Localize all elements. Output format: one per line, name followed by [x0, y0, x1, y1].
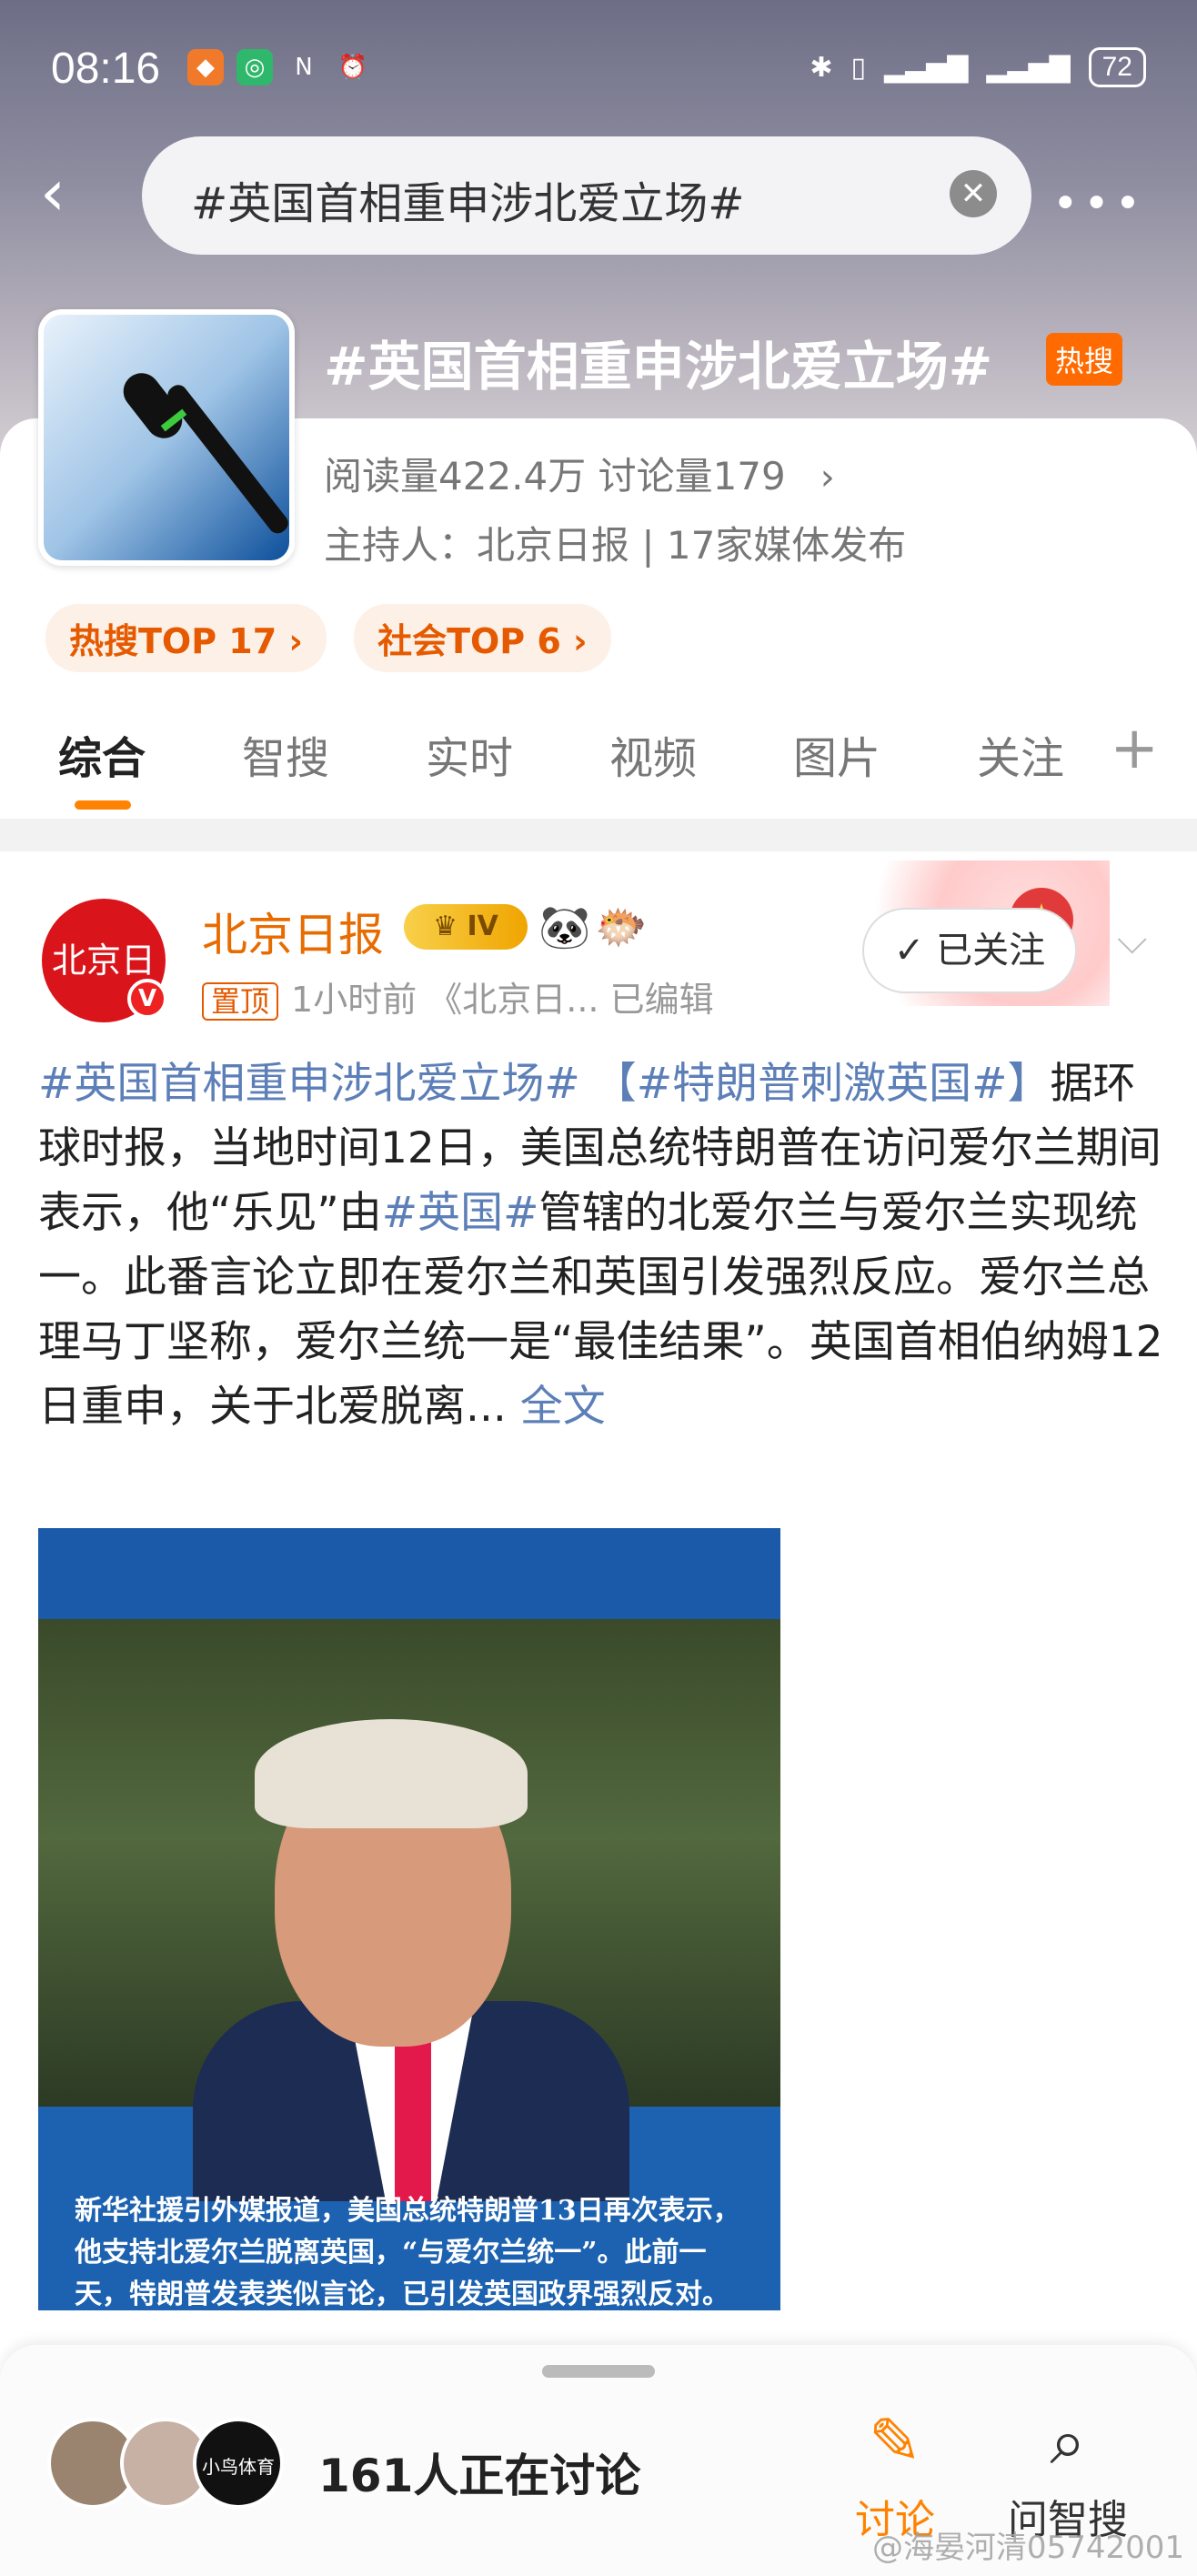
- bluetooth-icon: ✱: [810, 51, 833, 84]
- chevron-right-icon: ›: [820, 457, 835, 498]
- active-tab-indicator: [75, 800, 131, 810]
- read-discuss-count: 阅读量422.4万 讨论量179: [324, 454, 786, 498]
- pinned-badge: 置顶: [202, 982, 279, 1021]
- image-banner: [38, 1528, 780, 1619]
- microphone-icon: [164, 381, 289, 538]
- hashtag-link[interactable]: #英国#: [382, 1188, 539, 1238]
- fish-icon: 🐡: [595, 902, 648, 951]
- hashtag-link[interactable]: #英国首相重申涉北爱立场#: [38, 1059, 580, 1109]
- full-text-link[interactable]: 全文: [520, 1382, 606, 1432]
- topic-title: #英国首相重申涉北爱立场#: [324, 336, 993, 397]
- topic-stats[interactable]: 阅读量422.4万 讨论量179 ›: [324, 446, 835, 501]
- post-text: #英国首相重申涉北爱立场# 【#特朗普刺激英国#】据环球时报，当地时间12日，美…: [38, 1052, 1166, 1439]
- hair: [255, 1719, 528, 1828]
- panda-icon: 🐼: [538, 902, 591, 951]
- signal-icon: ▂▃▅▇: [986, 51, 1071, 84]
- author-name[interactable]: 北京日报: [202, 899, 384, 964]
- post-image[interactable]: 新华社援引外媒报道，美国总统特朗普13日再次表示，他支持北爱尔兰脱离英国，“与爱…: [38, 1528, 780, 2310]
- avatar[interactable]: 小鸟体育: [193, 2418, 284, 2509]
- tie: [395, 2019, 431, 2201]
- image-caption: 新华社援引外媒报道，美国总统特朗普13日再次表示，他支持北爱尔兰脱离英国，“与爱…: [75, 2195, 740, 2310]
- topic-host: 主持人：北京日报 | 17家媒体发布: [324, 523, 907, 568]
- topic-thumbnail[interactable]: [38, 309, 295, 566]
- post-time-source: 1小时前 《北京日... 已编辑: [291, 980, 714, 1020]
- verified-icon: V: [127, 979, 167, 1019]
- search-icon: ⌕: [1050, 2404, 1086, 2479]
- drag-handle[interactable]: [542, 2365, 655, 2378]
- discussion-count[interactable]: 161人正在讨论: [318, 2440, 640, 2505]
- search-bar-row: ‹ #英国首相重申涉北爱立场# ✕ •••: [0, 136, 1197, 255]
- ranking-pills: 热搜TOP 17 › 社会TOP 6 ›: [45, 604, 611, 672]
- status-time: 08:16: [51, 45, 161, 93]
- follow-button[interactable]: ✓ 已关注: [862, 908, 1077, 993]
- app-notification-icon: ◎: [236, 49, 273, 86]
- battery-icon: 72: [1088, 47, 1146, 87]
- photo: [38, 1619, 780, 2201]
- search-query: #英国首相重申涉北爱立场#: [191, 178, 745, 229]
- hashtag-link[interactable]: 【#特朗普刺激英国#】: [594, 1059, 1051, 1109]
- tab-smart-search[interactable]: 智搜: [242, 722, 329, 786]
- chevron-down-icon[interactable]: ⌵: [1117, 917, 1147, 963]
- notification-icons: ◆ ◎ N ⏰: [187, 49, 371, 86]
- tab-following[interactable]: 关注: [977, 722, 1064, 786]
- tab-images[interactable]: 图片: [793, 722, 880, 786]
- hot-search-rank-pill[interactable]: 热搜TOP 17 ›: [45, 604, 327, 672]
- discussion-bar: 小鸟体育 161人正在讨论 ✎ 讨论 ⌕ 问智搜 @海晏河清05742001: [0, 2345, 1197, 2576]
- tab-realtime[interactable]: 实时: [426, 722, 513, 786]
- post-meta: 置顶 1小时前 《北京日... 已编辑: [202, 971, 714, 1021]
- signal-icon: ▂▃▅▇: [884, 51, 969, 84]
- level-text: IV: [467, 911, 498, 942]
- status-bar: 08:16 ◆ ◎ N ⏰ ✱ ▯ ▂▃▅▇ ▂▃▅▇ 72: [51, 44, 1146, 98]
- follow-label: 已关注: [936, 930, 1046, 971]
- app-notification-icon: ◆: [187, 49, 224, 86]
- back-arrow-icon[interactable]: ‹: [40, 156, 104, 229]
- search-input[interactable]: #英国首相重申涉北爱立场# ✕: [142, 136, 1031, 255]
- vibrate-icon: ▯: [850, 51, 867, 84]
- edit-icon: ✎: [868, 2404, 922, 2479]
- level-badge: ♛ IV: [404, 904, 528, 950]
- society-rank-pill[interactable]: 社会TOP 6 ›: [354, 604, 611, 672]
- hot-search-badge: 热搜: [1046, 333, 1123, 386]
- tab-bar: 综合 智搜 实时 视频 图片 关注 +: [0, 709, 1197, 810]
- watermark: @海晏河清05742001: [871, 2530, 1184, 2566]
- tab-video[interactable]: 视频: [609, 722, 697, 786]
- weibo-post: 北京日报 V 北京日报 ♛ IV 🐼 🐡 置顶 1小时前 《北京日... 已编辑 …: [0, 851, 1197, 2576]
- tab-comprehensive[interactable]: 综合: [58, 722, 146, 786]
- nfc-icon: N: [295, 54, 313, 81]
- clear-icon[interactable]: ✕: [950, 170, 997, 217]
- add-tab-icon[interactable]: +: [1110, 715, 1159, 782]
- more-options-icon[interactable]: •••: [1052, 178, 1146, 229]
- alarm-icon: ⏰: [337, 54, 368, 81]
